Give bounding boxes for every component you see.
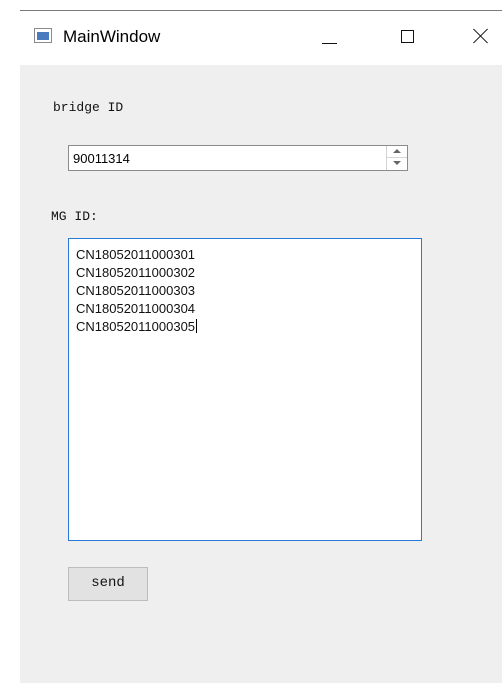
close-button[interactable] <box>460 12 502 62</box>
spin-down-button[interactable] <box>387 158 407 170</box>
chevron-up-icon <box>393 149 401 153</box>
bridge-id-spinbox[interactable]: 90011314 <box>68 145 408 171</box>
title-bar[interactable]: MainWindow <box>20 11 502 65</box>
content-area: bridge ID 90011314 MG ID: CN180520110003… <box>20 65 502 683</box>
window-icon-pane <box>37 32 49 40</box>
mg-id-textarea[interactable]: CN18052011000301 CN18052011000302 CN1805… <box>68 238 422 541</box>
mg-id-lines: CN18052011000301 CN18052011000302 CN1805… <box>76 246 198 336</box>
mg-id-line: CN18052011000302 <box>76 265 196 280</box>
main-window: MainWindow bridge ID 90011314 MG ID: CN1… <box>20 10 502 683</box>
spin-up-button[interactable] <box>387 146 407 158</box>
bridge-id-value[interactable]: 90011314 <box>73 151 130 166</box>
bridge-id-label: bridge ID <box>53 100 124 115</box>
spin-buttons <box>386 146 407 170</box>
mg-id-line-last: CN18052011000305 <box>76 318 198 336</box>
minimize-button[interactable] <box>309 12 353 62</box>
mg-id-line: CN18052011000303 <box>76 283 196 298</box>
close-icon <box>473 28 489 44</box>
maximize-icon <box>401 30 414 43</box>
window-title: MainWindow <box>63 27 161 46</box>
mg-id-last-line-text: CN18052011000305 <box>76 319 196 334</box>
mg-id-line: CN18052011000304 <box>76 301 196 316</box>
send-button-label: send <box>91 575 125 591</box>
mg-id-label: MG ID: <box>51 209 98 224</box>
text-caret <box>196 319 198 333</box>
minimize-icon <box>322 43 337 44</box>
window-icon <box>34 28 52 43</box>
send-button[interactable]: send <box>68 567 148 601</box>
mg-id-line: CN18052011000301 <box>76 247 196 262</box>
maximize-button[interactable] <box>386 12 430 62</box>
chevron-down-icon <box>393 161 401 165</box>
